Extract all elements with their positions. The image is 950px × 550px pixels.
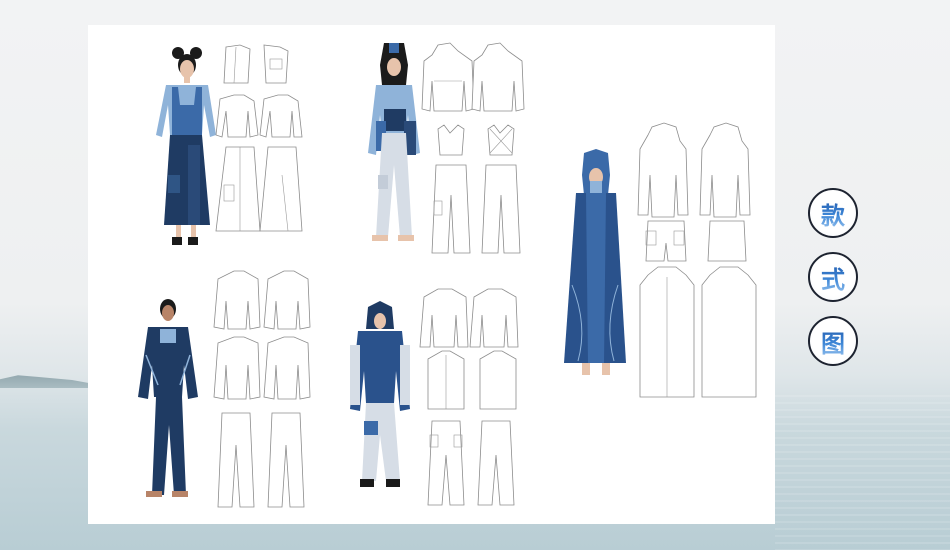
look-2-flats (421, 42, 525, 254)
badge-tu: 图 (808, 316, 858, 366)
look-1-figure (156, 47, 216, 245)
look-3-flats (213, 270, 311, 508)
style-chart-badges: 款 式 图 (808, 188, 860, 380)
look-4-flats (419, 288, 519, 506)
fashion-illustrations (138, 42, 757, 508)
badge-shi: 式 (808, 252, 858, 302)
sea-background (775, 395, 950, 550)
look-2-figure (368, 43, 420, 241)
look-5-flats (637, 122, 757, 398)
style-sheet-panel (88, 25, 775, 524)
look-3-figure (138, 299, 198, 497)
shoreline-background (0, 375, 90, 388)
look-1-flats (215, 44, 303, 232)
badge-kuan: 款 (808, 188, 858, 238)
look-4-figure (350, 301, 410, 487)
look-5-figure (564, 149, 626, 375)
